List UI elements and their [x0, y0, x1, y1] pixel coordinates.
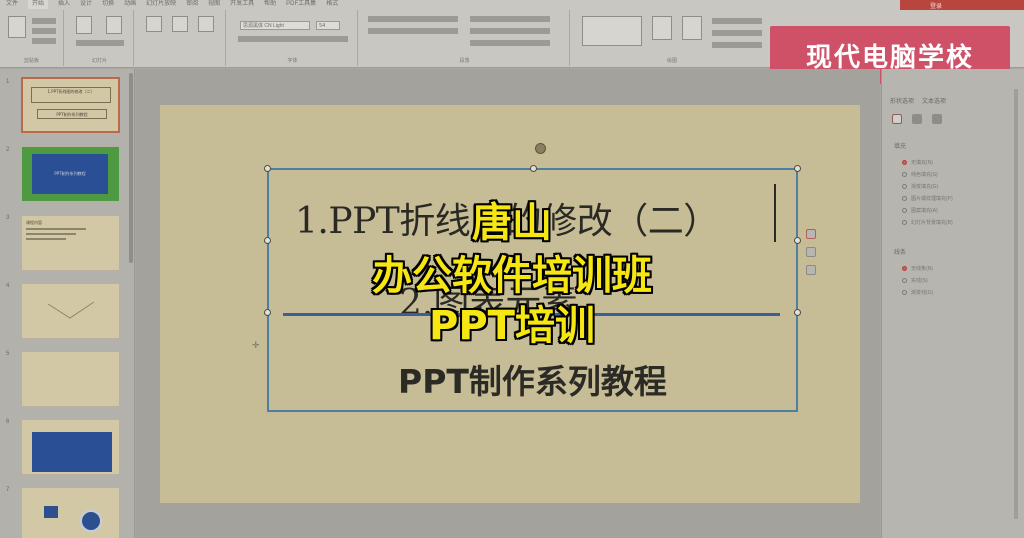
fill-option[interactable]: 渐变填充(G) — [902, 183, 938, 190]
align-buttons[interactable] — [368, 28, 458, 34]
resize-handle[interactable] — [264, 165, 271, 172]
paragraph-group-label: 段落 — [459, 58, 470, 64]
convert-smartart-button[interactable] — [470, 40, 550, 46]
tab-transitions[interactable]: 切换 — [102, 0, 114, 9]
fill-option[interactable]: 纯色填充(S) — [902, 171, 938, 178]
size-properties-icon[interactable] — [932, 114, 942, 124]
fill-option-label: 纯色填充(S) — [911, 172, 938, 178]
rotate-handle-icon[interactable] — [535, 143, 546, 154]
tab-format[interactable]: 格式 — [326, 0, 338, 9]
tab-design[interactable]: 设计 — [80, 0, 92, 9]
thumb-number: 6 — [6, 419, 10, 425]
slide-thumbnail-5[interactable] — [21, 351, 120, 407]
quick-styles-button[interactable] — [682, 16, 702, 40]
radio-icon — [902, 184, 907, 189]
tab-animations[interactable]: 动画 — [124, 0, 136, 9]
fill-section-heading[interactable]: 填充 — [894, 141, 906, 150]
font-size-dropdown[interactable]: 54 — [316, 21, 340, 30]
reset-button[interactable] — [146, 16, 162, 32]
new-slide-button[interactable] — [76, 16, 92, 34]
thumb-number: 7 — [6, 487, 10, 493]
slide-thumbnail-7[interactable] — [21, 487, 120, 538]
text-direction-button[interactable] — [470, 16, 550, 22]
thumb-square — [44, 506, 58, 518]
prohibited-icon — [80, 510, 102, 532]
tab-shape-options[interactable]: 形状选项 — [890, 96, 914, 105]
tab-text-options[interactable]: 文本选项 — [922, 96, 946, 105]
tab-slideshow[interactable]: 幻灯片放映 — [146, 0, 176, 9]
tab-help[interactable]: 帮助 — [264, 0, 276, 9]
section-button[interactable] — [172, 16, 188, 32]
slides-group-label: 幻灯片 — [91, 58, 107, 64]
tab-view[interactable]: 视图 — [208, 0, 220, 9]
tab-review[interactable]: 审阅 — [186, 0, 198, 9]
thumb-number: 5 — [6, 351, 10, 357]
thumb-blue-box: PPT制作系列教程 — [32, 154, 108, 194]
clipboard-group: 剪贴板 — [0, 10, 64, 66]
reuse-slides-button[interactable] — [106, 16, 122, 34]
font-format-buttons[interactable] — [238, 36, 348, 42]
tab-pdf-tools[interactable]: PDF工具集 — [286, 0, 316, 9]
drawing-group: 绘图 — [572, 10, 772, 66]
shapes-gallery[interactable] — [582, 16, 642, 46]
tab-file[interactable]: 文件 — [6, 0, 18, 9]
paragraph-group: 段落 — [360, 10, 570, 66]
tab-developer[interactable]: 开发工具 — [230, 0, 254, 9]
list-buttons[interactable] — [368, 16, 458, 22]
thumb-title-text: 1.PPT折线图的修改（二） — [47, 89, 95, 94]
slide-thumbnail-1[interactable]: 1.PPT折线图的修改（二） PPT制作系列教程 — [21, 77, 120, 133]
thumb-title-box: 1.PPT折线图的修改（二） — [31, 87, 111, 103]
fill-line-icon[interactable] — [892, 114, 902, 124]
thumb-number: 2 — [6, 147, 10, 153]
shape-outline-button[interactable] — [712, 30, 762, 36]
paste-button[interactable] — [8, 16, 26, 38]
watermark-text: 现代电脑学校 — [805, 42, 974, 73]
section-group — [136, 10, 226, 66]
tab-insert[interactable]: 插入 — [58, 0, 70, 9]
account-label: 登录 — [930, 4, 943, 10]
tab-home[interactable]: 开始 — [28, 0, 49, 9]
resize-handle[interactable] — [794, 165, 801, 172]
thumb-number: 1 — [6, 79, 10, 85]
format-painter-button[interactable] — [32, 38, 56, 44]
arrange-button[interactable] — [652, 16, 672, 40]
slide-size-button[interactable] — [198, 16, 214, 32]
caption-line-3: PPT培训 — [429, 303, 595, 349]
fill-option[interactable]: 无填充(N) — [902, 159, 933, 166]
clipboard-group-label: 剪贴板 — [23, 58, 39, 64]
fill-option-label: 无填充(N) — [911, 160, 933, 166]
font-group: 字体 — [228, 10, 358, 66]
drawing-group-label: 绘图 — [666, 58, 677, 64]
format-pane-tabs: 形状选项 文本选项 — [890, 96, 946, 105]
slide-thumbnail-6[interactable] — [21, 419, 120, 475]
align-text-button[interactable] — [470, 28, 550, 34]
resize-handle[interactable] — [530, 165, 537, 172]
shape-fill-button[interactable] — [712, 18, 762, 24]
fill-option-label: 渐变填充(G) — [911, 184, 939, 190]
thumb-blue-box — [32, 432, 112, 472]
thumb-subtitle-box: PPT制作系列教程 — [37, 109, 107, 119]
slide-subtitle[interactable]: PPT制作系列教程 — [269, 355, 796, 403]
effects-icon[interactable] — [912, 114, 922, 124]
font-group-label: 字体 — [287, 58, 298, 64]
radio-icon — [902, 160, 907, 165]
font-name-dropdown[interactable]: 思源黑体 CN Light — [240, 21, 310, 30]
slides-group: 幻灯片 — [66, 10, 134, 66]
ribbon-tab-bar: 文件 开始 插入 设计 切换 动画 幻灯片放映 审阅 视图 开发工具 帮助 PD… — [0, 0, 1024, 9]
radio-icon — [902, 172, 907, 177]
cut-button[interactable] — [32, 18, 56, 24]
copy-button[interactable] — [32, 28, 56, 34]
account-area[interactable]: 登录 — [900, 0, 1024, 10]
caption-line-1: 唐山 — [472, 200, 552, 246]
format-pane-icons — [892, 114, 942, 124]
shape-effects-button[interactable] — [712, 42, 762, 48]
layout-button[interactable] — [76, 40, 124, 46]
